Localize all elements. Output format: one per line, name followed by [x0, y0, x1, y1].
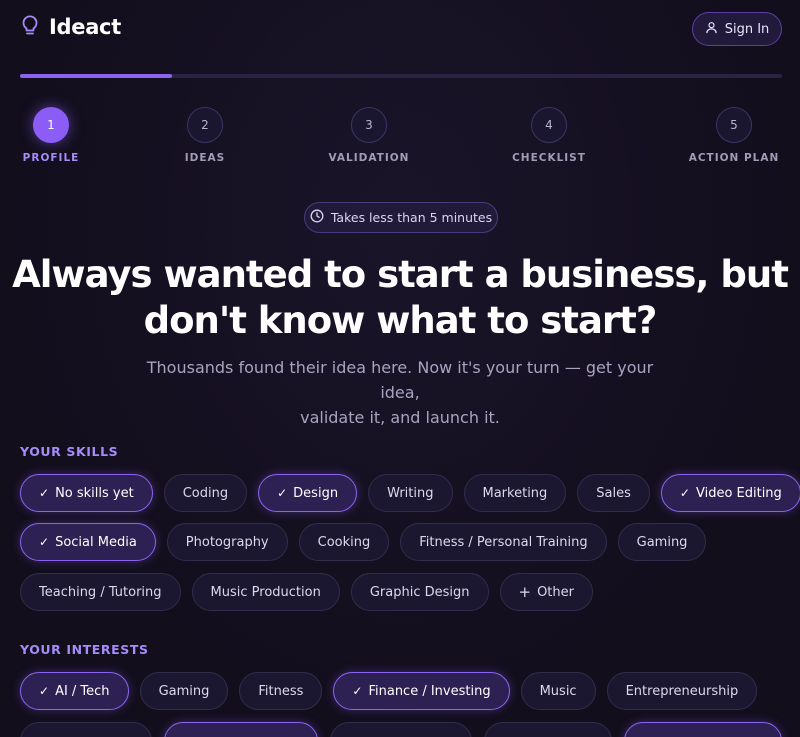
brand-name: Ideact [49, 15, 121, 39]
chip-label: Video Editing [695, 485, 782, 501]
chip-label: AI / Tech [55, 683, 110, 699]
progress-bar [20, 74, 782, 78]
skills-row: ✓ Social Media Photography Cooking Fitness /… [20, 523, 707, 561]
page-title-line: don't know what to start? [143, 299, 658, 342]
chip-label: Music [539, 683, 577, 699]
chip-cooking[interactable]: Cooking [298, 523, 390, 561]
chip-finance-investing[interactable]: ✓ Finance / Investing [333, 672, 510, 710]
chip-writing[interactable]: Writing [368, 474, 453, 512]
chip-label: Entrepreneurship [625, 683, 739, 699]
page-title: Always wanted to start a business, but d… [0, 252, 800, 344]
chip-design[interactable]: ✓ Design [258, 474, 358, 512]
time-badge-label: Takes less than 5 minutes [330, 210, 493, 225]
progress-fill [20, 74, 173, 78]
chip-marketing[interactable]: Marketing [463, 474, 567, 512]
interests-section-title: YOUR INTERESTS [20, 642, 149, 657]
chip-label: Graphic Design [369, 584, 470, 600]
chip-label: Teaching / Tutoring [39, 584, 162, 600]
step-number: 3 [351, 107, 387, 143]
skills-section-title: YOUR SKILLS [20, 444, 119, 459]
chip-label: Gaming [636, 534, 688, 550]
chip-gaming[interactable]: Gaming [139, 672, 229, 710]
user-icon [705, 21, 718, 38]
interest-chip[interactable] [624, 722, 782, 737]
chip-label: Coding [182, 485, 229, 501]
step-validation[interactable]: 3 VALIDATION [309, 107, 429, 164]
chip-fitness-personal-training[interactable]: Fitness / Personal Training [400, 523, 607, 561]
chip-label: Finance / Investing [368, 683, 491, 699]
chip-label: Sales [596, 485, 631, 501]
check-icon: ✓ [277, 486, 288, 500]
interest-chip[interactable] [20, 722, 152, 737]
chip-no-skills-yet[interactable]: ✓ No skills yet [20, 474, 153, 512]
interest-chip[interactable] [330, 722, 472, 737]
chip-entrepreneurship[interactable]: Entrepreneurship [606, 672, 758, 710]
page-title-line: Always wanted to start a business, but [12, 253, 789, 296]
chip-teaching-tutoring[interactable]: Teaching / Tutoring [20, 573, 181, 611]
interests-row-partial [20, 722, 782, 737]
chip-label: Fitness / Personal Training [419, 534, 588, 550]
chip-social-media[interactable]: ✓ Social Media [20, 523, 156, 561]
chip-ai-tech[interactable]: ✓ AI / Tech [20, 672, 129, 710]
lightbulb-icon [20, 14, 40, 40]
skills-row: ✓ No skills yet Coding ✓ Design Writing Market… [20, 474, 800, 512]
step-profile[interactable]: 1 PROFILE [0, 107, 111, 164]
step-number: 2 [187, 107, 223, 143]
check-icon: ✓ [39, 535, 50, 549]
check-icon: ✓ [39, 486, 50, 500]
chip-label: Fitness [258, 683, 304, 699]
sign-in-label: Sign In [724, 21, 770, 37]
chip-graphic-design[interactable]: Graphic Design [350, 573, 489, 611]
skills-row: Teaching / Tutoring Music Production Graph… [20, 573, 593, 611]
chip-label: Design [293, 485, 339, 501]
chip-label: No skills yet [55, 485, 134, 501]
step-number: 5 [716, 107, 752, 143]
header: Ideact Sign In [0, 0, 800, 60]
logo[interactable]: Ideact [20, 14, 121, 40]
step-label: PROFILE [22, 152, 80, 164]
chip-other[interactable]: + Other [499, 573, 593, 611]
chip-video-editing[interactable]: ✓ Video Editing [660, 474, 800, 512]
chip-gaming[interactable]: Gaming [617, 523, 707, 561]
sign-in-button[interactable]: Sign In [692, 12, 782, 46]
check-icon: ✓ [679, 486, 690, 500]
step-number: 1 [33, 107, 69, 143]
interests-row: ✓ AI / Tech Gaming Fitness ✓ Finance / Invest… [20, 672, 758, 710]
step-label: CHECKLIST [512, 152, 586, 164]
interest-chip[interactable] [164, 722, 318, 737]
page-subtitle: Thousands found their idea here. Now it'… [140, 355, 660, 430]
step-label: VALIDATION [328, 152, 410, 164]
chip-label: Marketing [482, 485, 548, 501]
chip-label: Writing [387, 485, 434, 501]
check-icon: ✓ [39, 684, 50, 698]
chip-label: Gaming [158, 683, 210, 699]
chip-label: Cooking [317, 534, 371, 550]
step-number: 4 [531, 107, 567, 143]
step-checklist[interactable]: 4 CHECKLIST [489, 107, 609, 164]
chip-sales[interactable]: Sales [577, 474, 650, 512]
step-ideas[interactable]: 2 IDEAS [145, 107, 265, 164]
step-label: IDEAS [184, 152, 226, 164]
chip-music[interactable]: Music [520, 672, 596, 710]
chip-label: Photography [185, 534, 269, 550]
chip-coding[interactable]: Coding [163, 474, 248, 512]
step-action-plan[interactable]: 5 ACTION PLAN [674, 107, 794, 164]
page-subtitle-line: validate it, and launch it. [300, 408, 500, 427]
plus-icon: + [518, 583, 532, 601]
page-subtitle-line: Thousands found their idea here. Now it'… [146, 358, 654, 402]
interest-chip[interactable] [484, 722, 612, 737]
chip-fitness[interactable]: Fitness [239, 672, 323, 710]
clock-icon [310, 209, 324, 226]
time-badge: Takes less than 5 minutes [304, 202, 498, 233]
chip-label: Social Media [55, 534, 137, 550]
chip-photography[interactable]: Photography [166, 523, 288, 561]
chip-label: Music Production [210, 584, 321, 600]
check-icon: ✓ [352, 684, 363, 698]
step-label: ACTION PLAN [688, 152, 780, 164]
chip-music-production[interactable]: Music Production [191, 573, 340, 611]
chip-label: Other [537, 584, 574, 600]
